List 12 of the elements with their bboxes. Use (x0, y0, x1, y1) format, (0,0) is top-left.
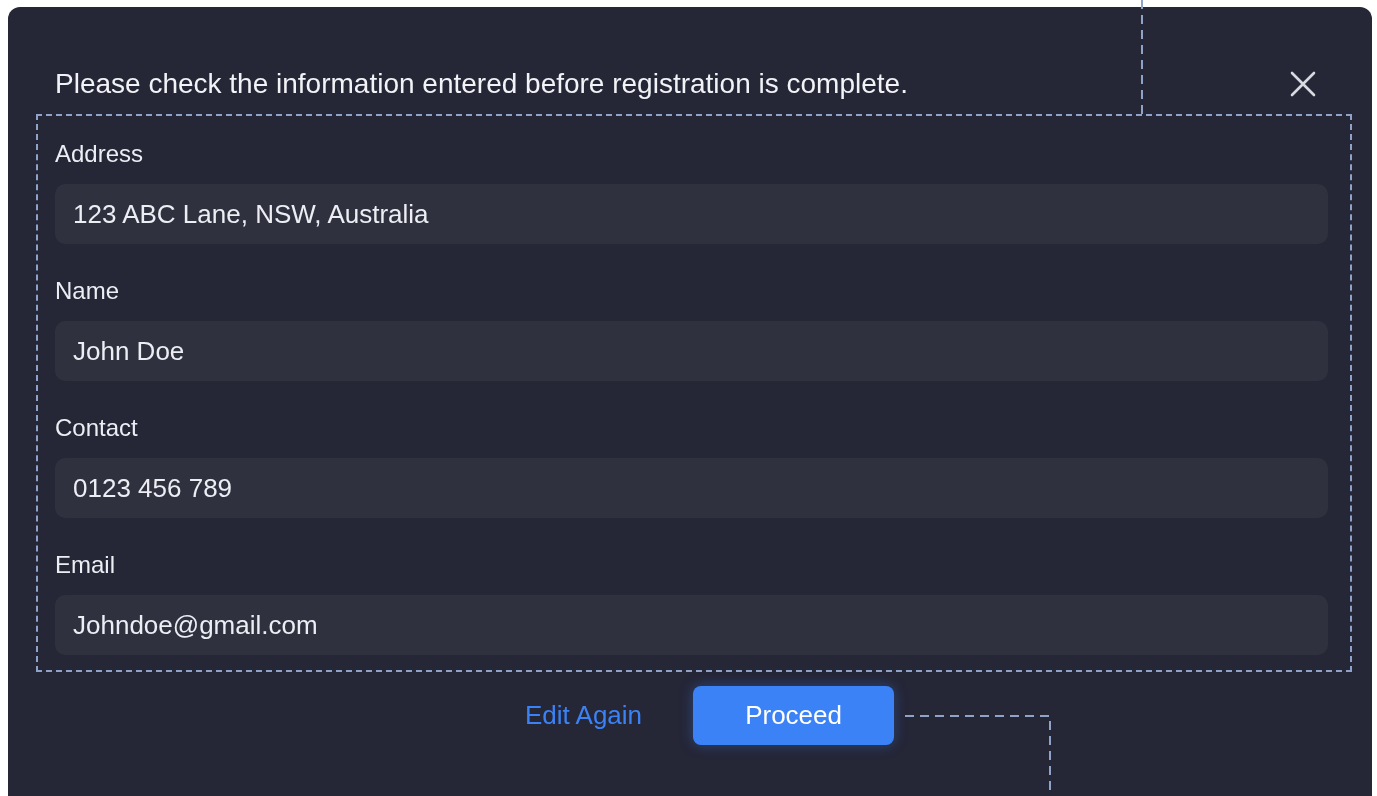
close-icon[interactable] (1290, 70, 1316, 97)
input-field[interactable]: Johndoe@gmail.com (55, 595, 1328, 655)
field-label: Email (55, 551, 115, 579)
field-label: Name (55, 277, 120, 305)
input-field[interactable]: 0123 456 789 (55, 458, 1328, 518)
input-field[interactable]: John Doe (55, 321, 1328, 381)
input-field[interactable]: 123 ABC Lane, NSW, Australia (55, 184, 1328, 244)
field-label: Contact (55, 414, 138, 442)
field-label: Address (55, 140, 144, 168)
dialog-title: Please check the information entered before registration is complete. (55, 66, 908, 101)
edit-link[interactable]: Edit Again (524, 700, 643, 731)
proceed-button[interactable]: Proceed (693, 686, 895, 745)
